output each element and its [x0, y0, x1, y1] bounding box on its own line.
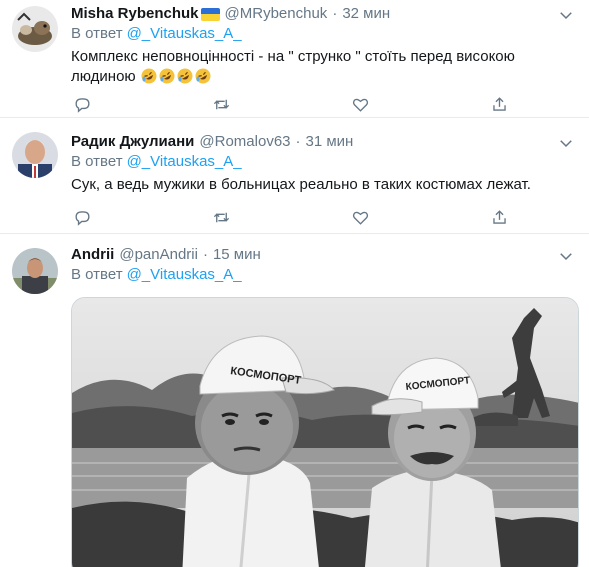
separator-dot: · — [295, 133, 301, 150]
chevron-down-icon[interactable] — [557, 6, 575, 24]
share-icon — [493, 209, 507, 224]
tweet[interactable]: Радик Джулиани @Romalov63 · 31 мин В отв… — [0, 118, 589, 234]
bw-photo-two-men-in-caps: КОСМОПОРТ КОСМОПОРТ — [72, 298, 578, 567]
reply-handle-link[interactable]: @_Vitauskas_A_ — [127, 153, 242, 170]
separator-dot: · — [202, 246, 208, 263]
avatar[interactable] — [12, 248, 58, 294]
tweet[interactable]: Andrii @panAndrii · 15 мин В ответ @_Vita… — [0, 234, 589, 567]
reply-button[interactable] — [71, 93, 93, 115]
rolling-laughing-emoji-icon — [177, 68, 193, 84]
retweet-button[interactable] — [210, 93, 232, 115]
reply-context: В ответ @_Vitauskas_A_ — [71, 152, 575, 172]
author-name[interactable]: Andrii — [71, 245, 114, 265]
tweet-photo[interactable]: КОСМОПОРТ КОСМОПОРТ — [71, 297, 579, 567]
reply-prefix: В ответ — [71, 25, 123, 42]
reply-icon — [74, 97, 90, 113]
tweet-time[interactable]: 15 мин — [213, 245, 261, 265]
retweet-icon — [213, 99, 229, 109]
reply-context: В ответ @_Vitauskas_A_ — [71, 24, 575, 44]
emoji-group — [141, 68, 213, 84]
like-icon — [353, 211, 369, 225]
like-icon — [353, 98, 369, 112]
reply-button[interactable] — [71, 206, 93, 228]
tweet-time[interactable]: 31 мин — [306, 132, 354, 152]
author-handle[interactable]: @MRybenchuk — [225, 4, 328, 24]
chevron-down-icon[interactable] — [557, 247, 575, 265]
avatar[interactable] — [12, 132, 58, 178]
tweet-text: Сук, а ведь мужики в больницах реально в… — [71, 176, 531, 193]
separator-dot: · — [332, 5, 338, 22]
reply-icon — [74, 210, 90, 226]
reply-context: В ответ @_Vitauskas_A_ — [71, 265, 575, 285]
retweet-icon — [213, 212, 229, 222]
tweet-actions — [71, 206, 511, 228]
author-handle[interactable]: @Romalov63 — [199, 132, 290, 152]
avatar[interactable] — [12, 6, 58, 52]
share-button[interactable] — [489, 206, 511, 228]
retweet-button[interactable] — [210, 206, 232, 228]
reply-prefix: В ответ — [71, 266, 123, 283]
like-button[interactable] — [350, 206, 372, 228]
rolling-laughing-emoji-icon — [159, 68, 175, 84]
tweet-text-content: Комплекс неповноцінності - на " струнко … — [71, 48, 515, 85]
author-handle[interactable]: @panAndrii — [119, 245, 198, 265]
share-icon — [493, 96, 507, 111]
share-button[interactable] — [489, 93, 511, 115]
reply-handle-link[interactable]: @_Vitauskas_A_ — [127, 266, 242, 283]
chevron-down-icon[interactable] — [557, 134, 575, 152]
author-name[interactable]: Misha Rybenchuk — [71, 4, 199, 24]
tweet[interactable]: Misha Rybenchuk @MRybenchuk · 32 мин В о… — [0, 0, 589, 118]
tweet-text: Комплекс неповноцінності - на " струнко … — [71, 47, 575, 87]
reply-handle-link[interactable]: @_Vitauskas_A_ — [127, 25, 242, 42]
rolling-laughing-emoji-icon — [195, 68, 211, 84]
ukraine-flag-icon — [200, 7, 220, 21]
tweet-actions — [71, 93, 511, 115]
like-button[interactable] — [350, 93, 372, 115]
rolling-laughing-emoji-icon — [141, 68, 157, 84]
reply-prefix: В ответ — [71, 153, 123, 170]
tweet-time[interactable]: 32 мин — [342, 4, 390, 24]
author-name[interactable]: Радик Джулиани — [71, 132, 194, 152]
